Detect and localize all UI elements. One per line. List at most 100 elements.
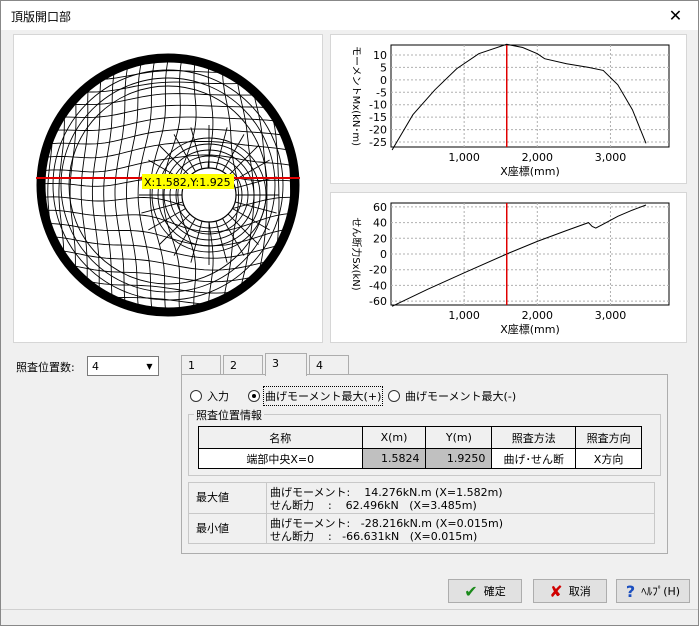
y-tick-label: 5 [380, 61, 387, 74]
mesh-line [15, 36, 25, 337]
max-values: 曲げモーメント: 14.276kN.m (X=1.582m) せん断力 : 62… [270, 486, 503, 512]
col-x: X(m) [361, 426, 427, 449]
mesh-line [45, 70, 291, 88]
y-tick-label: 40 [373, 217, 387, 230]
x-tick-label: 3,000 [595, 151, 627, 164]
min-label: 最小値 [196, 522, 229, 535]
mesh-radial-line [215, 127, 228, 170]
y-tick-label: 60 [373, 201, 387, 214]
x-tick-label: 2,000 [522, 309, 554, 322]
mesh-line [45, 196, 291, 209]
results-divider-h [189, 513, 654, 514]
x-axis-label: X座標(mm) [500, 322, 560, 336]
radio-max-negative-circle [388, 390, 400, 402]
tab-4[interactable]: 4 [309, 355, 349, 375]
radio-max-positive-label: 曲げモーメント最大(+) [262, 386, 384, 406]
mesh-line [263, 62, 280, 308]
mesh-line [14, 37, 319, 51]
ok-button[interactable]: ✔ 確定 [448, 579, 522, 603]
mesh-radial-line [234, 201, 277, 214]
cancel-button[interactable]: ✘ 取消 [533, 579, 607, 603]
y-axis-label: モーメントMx(kN･m) [350, 46, 361, 146]
title-bar: 頂版開口部 ✕ [1, 1, 698, 30]
mesh-line [315, 35, 322, 342]
y-tick-label: -40 [369, 279, 387, 292]
mesh-line [69, 62, 85, 308]
col-name: 名称 [198, 426, 363, 449]
close-icon[interactable]: ✕ [653, 1, 698, 30]
mesh-line [45, 81, 291, 100]
mesh-drawing: X:1.582,Y:1.925 [14, 35, 322, 342]
shear-chart-panel: 60 40 20 0 -20 -40 -60 1,000 2,000 3,000 X座標(mm) せん… [330, 192, 687, 343]
positions-label: 照査位置数: [16, 361, 75, 374]
cell-name[interactable]: 端部中央X=0 [198, 448, 363, 469]
x-tick-label: 3,000 [595, 309, 627, 322]
mesh-line [45, 93, 291, 112]
y-tick-label: -20 [369, 124, 387, 137]
x-tick-label: 2,000 [522, 151, 554, 164]
y-tick-label: -15 [369, 111, 387, 124]
mesh-line [14, 35, 318, 38]
max-label: 最大値 [196, 491, 229, 504]
cancel-label: 取消 [568, 585, 591, 598]
cell-y: 1.9250 [425, 448, 493, 469]
dialog-window: 頂版開口部 ✕ X:1.582,Y:1.925 10 5 0 -5 -10 -15 -20-… [0, 0, 699, 626]
mesh-line [45, 287, 291, 305]
cursor-label: X:1.582,Y:1.925 [144, 176, 231, 189]
help-label: ﾍﾙﾌﾟ(H) [641, 585, 681, 598]
plot-area [390, 44, 670, 148]
cell-direction[interactable]: X方向 [575, 448, 642, 469]
mesh-radial-line [190, 220, 203, 263]
mesh-line [276, 62, 291, 308]
mesh-line [26, 35, 36, 337]
tab-2[interactable]: 2 [223, 355, 263, 375]
tab-3[interactable]: 3 [265, 353, 307, 376]
min-values: 曲げモーメント: -28.216kN.m (X=0.015m) せん断力 : -… [270, 517, 504, 543]
radio-max-positive[interactable]: 曲げモーメント最大(+) [248, 386, 384, 406]
question-icon: ? [625, 581, 636, 601]
y-tick-label: -10 [369, 99, 387, 112]
table-header-row: 名称 X(m) Y(m) 照査方法 照査方向 [198, 426, 642, 449]
moment-chart: 1050-5-10-15-20-25 1,000 2,000 3,000 X座標(mm)… [350, 43, 670, 178]
mesh-line [250, 62, 268, 308]
tab-panel-3: 入力 曲げモーメント最大(+) 曲げモーメント最大(-) 照査位置情報 名称 X… [181, 374, 668, 554]
y-axis-label: せん断力Sx(kN) [350, 217, 363, 290]
mesh-line [45, 262, 291, 283]
y-tick-label: -25 [369, 136, 387, 149]
mesh-radial-line [141, 201, 184, 214]
y-tick-label: 10 [373, 49, 387, 62]
mesh-panel: X:1.582,Y:1.925 [13, 34, 323, 343]
y-tick-label: -20 [369, 264, 387, 277]
help-button[interactable]: ? ﾍﾙﾌﾟ(H) [616, 579, 690, 603]
col-direction: 照査方向 [575, 426, 642, 449]
chevron-down-icon: ▼ [146, 361, 153, 371]
x-tick-label: 1,000 [448, 151, 480, 164]
radio-input-circle [190, 390, 202, 402]
ok-label: 確定 [483, 585, 506, 598]
mesh-line [14, 337, 319, 342]
mesh-radial-line [215, 220, 228, 263]
x-axis-label: X座標(mm) [500, 164, 560, 178]
col-y: Y(m) [425, 426, 493, 449]
x-tick-label: 1,000 [448, 309, 480, 322]
y-tick-label: 0 [380, 248, 387, 261]
y-tick-label: -60 [369, 295, 387, 308]
positions-value: 4 [92, 360, 99, 373]
radio-input-label: 入力 [207, 390, 229, 403]
window-title: 頂版開口部 [11, 10, 72, 24]
mesh-line [14, 325, 320, 338]
tab-1[interactable]: 1 [181, 355, 221, 375]
moment-chart-panel: 10 5 0 -5 -10 -15 -20 -25 1,000 2,000 3,000 X座標(mm)… [330, 34, 687, 184]
cross-icon: ✘ [549, 581, 563, 601]
table-row[interactable]: 端部中央X=0 1.5824 1.9250 曲げ･せん断 X方向 [198, 448, 642, 469]
y-tick-label: 0 [380, 74, 387, 87]
radio-max-negative[interactable]: 曲げモーメント最大(-) [388, 388, 516, 404]
radio-max-positive-circle [248, 390, 260, 402]
positions-select[interactable]: 4 ▼ [87, 356, 159, 376]
info-group-title: 照査位置情報 [194, 407, 264, 423]
cell-method[interactable]: 曲げ･せん断 [491, 448, 577, 469]
y-tick-label: -5 [376, 86, 387, 99]
mesh-line [47, 62, 61, 308]
y-tick-label: 20 [373, 232, 387, 245]
radio-input[interactable]: 入力 [190, 388, 229, 404]
